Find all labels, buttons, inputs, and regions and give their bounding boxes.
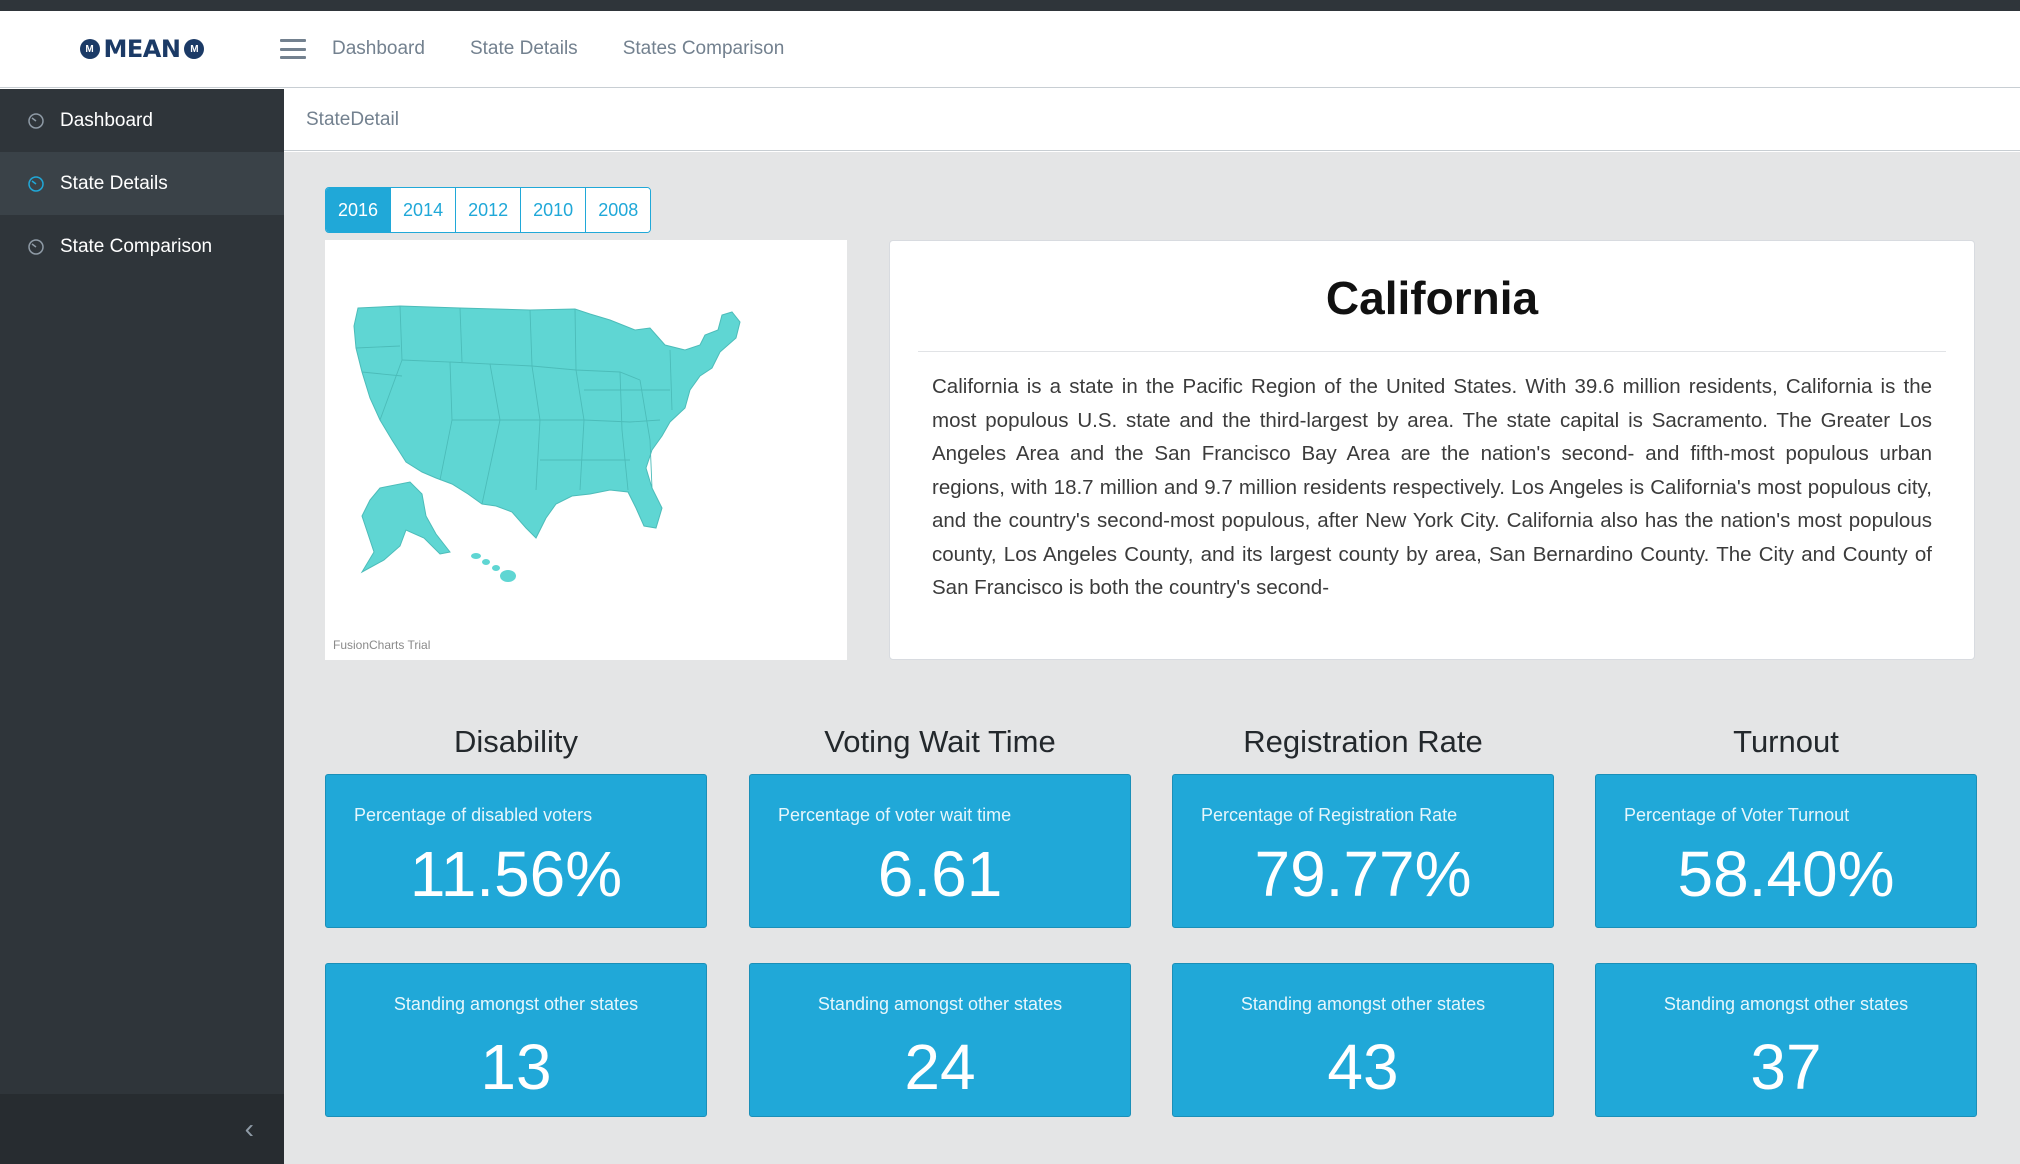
speedometer-icon (26, 174, 46, 194)
app-root: M MEAN M Dashboard State Details States … (0, 0, 2020, 1164)
year-button-2016[interactable]: 2016 (326, 188, 392, 232)
standing-label: Standing amongst other states (1663, 994, 1909, 1014)
logo-badge-right: M (184, 39, 205, 59)
standing-value: 43 (1327, 1031, 1399, 1103)
metric-label: Percentage of Voter Turnout (1624, 805, 1850, 825)
standing-label: Standing amongst other states (1240, 994, 1486, 1014)
header-nav-state-details[interactable]: State Details (470, 38, 578, 60)
header-nav: Dashboard State Details States Compariso… (332, 38, 829, 60)
metric-title-registration-rate: Registration Rate (1243, 724, 1483, 759)
metric-card-disability: Percentage of disabled voters 11.56% (325, 774, 707, 928)
metric-label: Percentage of Registration Rate (1201, 805, 1458, 825)
standing-value: 13 (480, 1031, 552, 1103)
header-nav-dashboard[interactable]: Dashboard (332, 38, 425, 60)
speedometer-icon (26, 237, 46, 257)
state-info-card: California California is a state in the … (889, 240, 1975, 660)
standing-value: 37 (1750, 1031, 1822, 1103)
brand-name: MEAN (103, 35, 181, 63)
year-button-2008[interactable]: 2008 (586, 188, 651, 232)
metric-value: 6.61 (877, 838, 1003, 910)
sidebar-minimize-chevron-icon[interactable]: ‹ (245, 1113, 254, 1145)
us-map[interactable] (340, 290, 835, 610)
metric-value: 11.56% (409, 838, 623, 910)
metric-title-turnout: Turnout (1733, 724, 1839, 759)
metric-card-voting-wait-time: Percentage of voter wait time 6.61 (749, 774, 1131, 928)
map-hawaii (471, 553, 516, 582)
sidebar-item-state-comparison[interactable]: State Comparison (0, 215, 284, 278)
us-map-card: FusionCharts Trial (325, 240, 847, 660)
sidebar-item-dashboard[interactable]: Dashboard (0, 89, 284, 152)
map-credit: FusionCharts Trial (333, 638, 431, 652)
metric-label: Percentage of voter wait time (778, 805, 1012, 825)
standing-value: 24 (904, 1031, 976, 1103)
standing-card-voting-wait-time: Standing amongst other states 24 (749, 963, 1131, 1117)
state-description: California is a state in the Pacific Reg… (932, 375, 1932, 599)
year-button-group: 2016 2014 2012 2010 2008 (325, 187, 652, 233)
window-top-strip (0, 0, 2020, 11)
metric-title-voting-wait-time: Voting Wait Time (824, 724, 1056, 759)
main-content: 2016 2014 2012 2010 2008 FusionCharts Tr… (284, 152, 2020, 1164)
standing-card-turnout: Standing amongst other states 37 (1595, 963, 1977, 1117)
standing-label: Standing amongst other states (393, 994, 639, 1014)
sidebar: Dashboard State Details State Comparison… (0, 89, 284, 1164)
standing-card-disability: Standing amongst other states 13 (325, 963, 707, 1117)
header-nav-states-comparison[interactable]: States Comparison (623, 38, 785, 60)
sidebar-footer: ‹ (0, 1094, 284, 1164)
sidebar-item-label: Dashboard (60, 109, 153, 131)
sidebar-item-state-details[interactable]: State Details (0, 152, 284, 215)
year-button-2010[interactable]: 2010 (521, 188, 587, 232)
map-alaska (360, 481, 451, 574)
brand-logo[interactable]: M MEAN M (0, 11, 284, 88)
speedometer-icon (26, 111, 46, 131)
metric-value: 58.40% (1677, 838, 1895, 910)
year-button-2014[interactable]: 2014 (391, 188, 457, 232)
metric-label: Percentage of disabled voters (354, 805, 593, 825)
year-button-2012[interactable]: 2012 (456, 188, 522, 232)
metric-value: 79.77% (1254, 838, 1472, 910)
sidebar-item-label: State Details (60, 172, 168, 194)
standing-card-registration-rate: Standing amongst other states 43 (1172, 963, 1554, 1117)
app-header: M MEAN M Dashboard State Details States … (0, 11, 2020, 88)
metric-card-registration-rate: Percentage of Registration Rate 79.77% (1172, 774, 1554, 928)
sidebar-item-label: State Comparison (60, 235, 213, 257)
metric-card-turnout: Percentage of Voter Turnout 58.40% (1595, 774, 1977, 928)
hamburger-menu-icon[interactable] (278, 37, 308, 61)
breadcrumb: StateDetail (284, 89, 2020, 151)
state-title: California (1325, 272, 1539, 324)
logo-badge-left: M (79, 39, 100, 59)
breadcrumb-item: StateDetail (306, 108, 399, 130)
standing-label: Standing amongst other states (817, 994, 1063, 1014)
metric-title-disability: Disability (453, 724, 579, 759)
